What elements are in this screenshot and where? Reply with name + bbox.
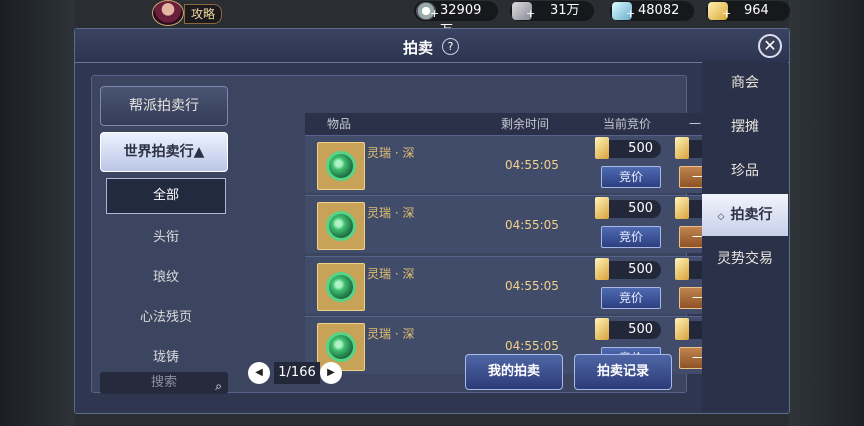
ticket-icon bbox=[675, 318, 689, 340]
panel-title: 拍卖 bbox=[402, 39, 433, 57]
tab-chamber[interactable]: 商会 bbox=[702, 62, 788, 104]
next-page-button[interactable]: ▶ bbox=[320, 362, 342, 384]
bid-button[interactable]: 竞价 bbox=[601, 226, 661, 248]
resource-silver[interactable]: + 31万 bbox=[510, 1, 594, 21]
plus-icon: + bbox=[526, 7, 536, 20]
ticket-value: 964 bbox=[744, 3, 769, 18]
table-row[interactable]: 灵瑞 · 深 04:55:05 500 1500 竞价 一口价 bbox=[305, 135, 753, 193]
crystal-value: 48082 bbox=[638, 3, 680, 18]
current-bid: 500 bbox=[595, 137, 661, 159]
ticket-icon bbox=[595, 197, 609, 219]
jade-item-icon[interactable] bbox=[317, 263, 365, 311]
current-bid: 500 bbox=[595, 258, 661, 280]
table-header: 物品 剩余时间 当前竞价 一口价 bbox=[305, 113, 753, 135]
plus-icon: + bbox=[430, 7, 440, 20]
ticket-icon bbox=[675, 197, 689, 219]
category-manual-pages[interactable]: 心法残页 bbox=[106, 298, 226, 338]
category-title[interactable]: 头衔 bbox=[106, 218, 226, 258]
category-list: 全部 头衔 琅纹 心法残页 珑铸 bbox=[106, 178, 226, 378]
tab-stall[interactable]: 摆摊 bbox=[702, 106, 788, 148]
my-auction-button[interactable]: 我的拍卖 bbox=[465, 354, 563, 390]
table-row[interactable]: 灵瑞 · 深 04:55:05 500 1500 竞价 一口价 bbox=[305, 195, 753, 253]
jade-item-icon[interactable] bbox=[317, 202, 365, 250]
remaining-time: 04:55:05 bbox=[505, 339, 559, 353]
ticket-icon bbox=[675, 137, 689, 159]
search-placeholder: 搜索 bbox=[150, 375, 177, 390]
tab-auction[interactable]: ◇ 拍卖行 bbox=[702, 194, 788, 236]
ticket-icon bbox=[595, 137, 609, 159]
plus-icon: + bbox=[722, 7, 732, 20]
background-right bbox=[789, 0, 864, 426]
category-all[interactable]: 全部 bbox=[106, 178, 226, 214]
item-name: 灵瑞 · 深 bbox=[367, 146, 415, 160]
header-item: 物品 bbox=[327, 117, 352, 131]
avatar[interactable] bbox=[152, 0, 184, 26]
right-tab-bar: 商会 摆摊 珍品 ◇ 拍卖行 灵势交易 bbox=[702, 62, 788, 412]
pagination: ◀ 1/166 ▶ bbox=[248, 362, 344, 384]
prev-page-button[interactable]: ◀ bbox=[248, 362, 270, 384]
ticket-icon bbox=[675, 258, 689, 280]
world-auction-button[interactable]: 世界拍卖行▲ bbox=[100, 132, 228, 172]
jade-item-icon[interactable] bbox=[317, 142, 365, 190]
category-pattern[interactable]: 琅纹 bbox=[106, 258, 226, 298]
diamond-icon: ◇ bbox=[717, 212, 725, 222]
header-time: 剩余时间 bbox=[501, 117, 550, 131]
current-bid: 500 bbox=[595, 318, 661, 340]
table-row[interactable]: 灵瑞 · 深 04:55:05 500 1500 竞价 一口价 bbox=[305, 256, 753, 314]
search-input[interactable]: 搜索 ⌕ bbox=[100, 372, 228, 394]
background-left bbox=[0, 0, 75, 426]
item-name: 灵瑞 · 深 bbox=[367, 327, 415, 341]
header-bid: 当前竞价 bbox=[603, 117, 652, 131]
resource-crystal[interactable]: + 48082 bbox=[610, 1, 694, 21]
panel-header: 拍卖 ? ✕ bbox=[75, 29, 789, 63]
bid-button[interactable]: 竞价 bbox=[601, 166, 661, 188]
current-bid: 500 bbox=[595, 197, 661, 219]
bid-button[interactable]: 竞价 bbox=[601, 287, 661, 309]
top-bar: 攻略 + 32909万 + 31万 + 48082 + 964 bbox=[0, 0, 864, 38]
silver-value: 31万 bbox=[550, 3, 580, 18]
tab-spirit-trade[interactable]: 灵势交易 bbox=[702, 238, 788, 280]
remaining-time: 04:55:05 bbox=[505, 158, 559, 172]
resource-coin[interactable]: + 32909万 bbox=[414, 1, 498, 38]
plus-icon: + bbox=[626, 7, 636, 20]
guild-auction-button[interactable]: 帮派拍卖行 bbox=[100, 86, 228, 126]
tab-auction-label: 拍卖行 bbox=[730, 207, 773, 223]
close-button[interactable]: ✕ bbox=[758, 34, 782, 58]
strategy-button[interactable]: 攻略 bbox=[184, 4, 222, 24]
auction-records-button[interactable]: 拍卖记录 bbox=[574, 354, 672, 390]
item-name: 灵瑞 · 深 bbox=[367, 267, 415, 281]
ticket-icon bbox=[595, 318, 609, 340]
auction-panel: 拍卖 ? ✕ 帮派拍卖行 世界拍卖行▲ 全部 头衔 琅纹 心法残页 珑铸 搜索 … bbox=[74, 28, 790, 414]
ticket-icon bbox=[595, 258, 609, 280]
resource-ticket[interactable]: + 964 bbox=[706, 1, 790, 21]
remaining-time: 04:55:05 bbox=[505, 279, 559, 293]
tab-treasure[interactable]: 珍品 bbox=[702, 150, 788, 192]
item-name: 灵瑞 · 深 bbox=[367, 206, 415, 220]
remaining-time: 04:55:05 bbox=[505, 218, 559, 232]
help-icon[interactable]: ? bbox=[442, 38, 459, 55]
search-icon[interactable]: ⌕ bbox=[215, 375, 222, 397]
page-indicator: 1/166 bbox=[274, 362, 320, 384]
